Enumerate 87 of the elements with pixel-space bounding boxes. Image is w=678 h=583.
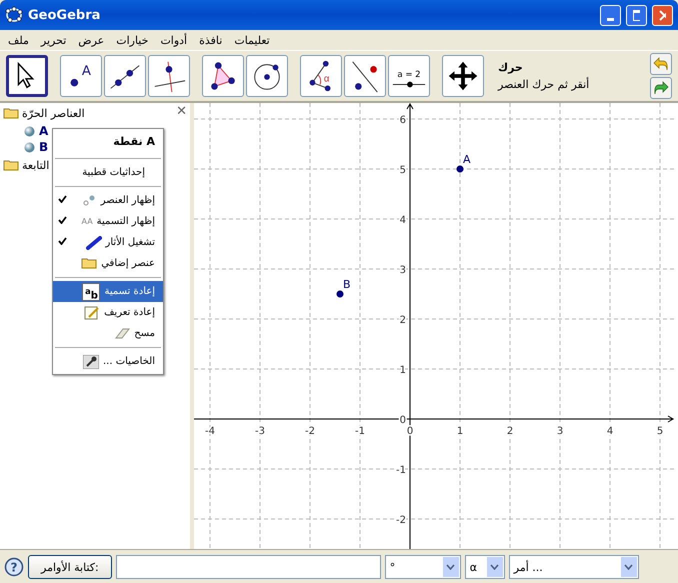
chevron-down-icon: [624, 564, 634, 570]
menu-item[interactable]: مسح: [53, 323, 163, 344]
tool-button[interactable]: a = 2: [388, 55, 430, 97]
y-tick-label: 3: [400, 265, 406, 276]
tool-button[interactable]: [202, 55, 244, 97]
tree-item[interactable]: A: [39, 124, 48, 138]
y-tick-label: 2: [400, 315, 406, 326]
tool-label: A: [82, 64, 92, 80]
tool-button[interactable]: A: [60, 55, 102, 97]
maximize-button[interactable]: [626, 4, 647, 26]
sphere-icon: [24, 142, 35, 152]
tool-button[interactable]: [246, 55, 288, 97]
tool-label: α: [324, 74, 330, 85]
notepad-pencil-icon: [84, 306, 100, 320]
menu-item[interactable]: إعادة تعريف: [53, 302, 163, 323]
x-tick-label: 4: [606, 426, 614, 437]
folder-icon: [3, 159, 19, 171]
menu-item[interactable]: الخاصيات ...: [53, 351, 163, 372]
y-tick-label: 1: [400, 365, 406, 376]
x-tick-label: 5: [656, 426, 664, 437]
minimize-button[interactable]: [600, 4, 621, 26]
help-button[interactable]: ?: [4, 557, 24, 577]
menu-item[interactable]: إحداثيات قطبية: [53, 162, 163, 183]
x-tick-label: -1: [355, 426, 365, 437]
label-icon: AA: [82, 217, 93, 226]
point-marker[interactable]: [456, 166, 464, 172]
menu-item[interactable]: تحرير: [40, 34, 66, 46]
degree-dropdown[interactable]: °: [384, 555, 461, 579]
x-tick-label: -2: [305, 426, 315, 437]
chevron-down-icon: [490, 564, 500, 570]
dots-icon: [80, 194, 97, 208]
folder-icon: [3, 107, 19, 119]
menu-item[interactable]: أدوات: [160, 34, 188, 46]
y-tick-label: 5: [400, 165, 406, 176]
input-field[interactable]: [116, 555, 381, 579]
tool-button[interactable]: [148, 55, 190, 97]
point-label: B: [343, 278, 351, 291]
maximize-icon: [633, 10, 640, 20]
redo-button[interactable]: [650, 77, 672, 99]
input-button[interactable]: كتابة الأوامر:: [28, 555, 112, 579]
chevron-down-icon: [446, 564, 456, 570]
point-marker[interactable]: [336, 290, 344, 298]
x-tick-label: 2: [506, 426, 514, 437]
menu-item[interactable]: تعليمات: [234, 34, 270, 46]
menu-item[interactable]: إظهار العنصر: [53, 190, 163, 211]
close-icon: [659, 10, 666, 20]
tool-name: حرك: [498, 61, 524, 74]
x-tick-label: -4: [205, 426, 215, 437]
x-tick-label: 1: [456, 426, 464, 437]
command-dropdown[interactable]: أمر ...: [508, 555, 639, 579]
tool-button[interactable]: [6, 55, 48, 97]
folder-icon: [81, 256, 98, 268]
window-title: GeoGebra: [28, 8, 102, 22]
wrench-icon: [82, 354, 99, 368]
tool-label: a = 2: [397, 70, 421, 80]
tool-button[interactable]: α: [300, 55, 342, 97]
point-label: A: [463, 153, 471, 166]
x-tick-label: -3: [255, 426, 265, 437]
trace-icon: [86, 236, 102, 250]
close-button[interactable]: [652, 4, 673, 26]
eraser-icon: [114, 326, 130, 340]
menu-title: نقطة A: [112, 134, 156, 150]
menu-item[interactable]: عنصر إضافي: [53, 253, 163, 274]
undo-button[interactable]: [650, 53, 672, 75]
y-tick-label: -1: [396, 465, 406, 476]
y-tick-label: 4: [400, 215, 406, 226]
rename-icon: $^{a}$b: [82, 282, 100, 300]
tool-button[interactable]: [442, 55, 484, 97]
menu-item[interactable]: خيارات: [116, 34, 148, 46]
symbol-dropdown[interactable]: α: [464, 555, 505, 579]
app-logo-icon: [5, 6, 23, 24]
tool-button[interactable]: [104, 55, 146, 97]
close-icon[interactable]: ✕: [176, 105, 187, 118]
menu-item[interactable]: تشغيل الأثار: [53, 232, 163, 253]
menu-item[interactable]: نافذة: [199, 34, 222, 46]
y-tick-label: -2: [396, 515, 406, 526]
tree-folder[interactable]: التابعة: [0, 155, 52, 175]
tree-folder[interactable]: العناصر الحرّة: [0, 103, 88, 123]
x-tick-label: 3: [556, 426, 564, 437]
sphere-icon: [24, 126, 35, 136]
tool-button[interactable]: [344, 55, 386, 97]
tree-item[interactable]: B: [39, 140, 48, 154]
menu-item[interactable]: ملف: [8, 34, 29, 46]
menu-item[interactable]: عرض: [78, 34, 104, 46]
y-tick-label: 6: [400, 115, 406, 126]
tool-help: أنقر ثم حرك العنصر: [498, 78, 590, 91]
minimize-icon: [607, 18, 614, 20]
